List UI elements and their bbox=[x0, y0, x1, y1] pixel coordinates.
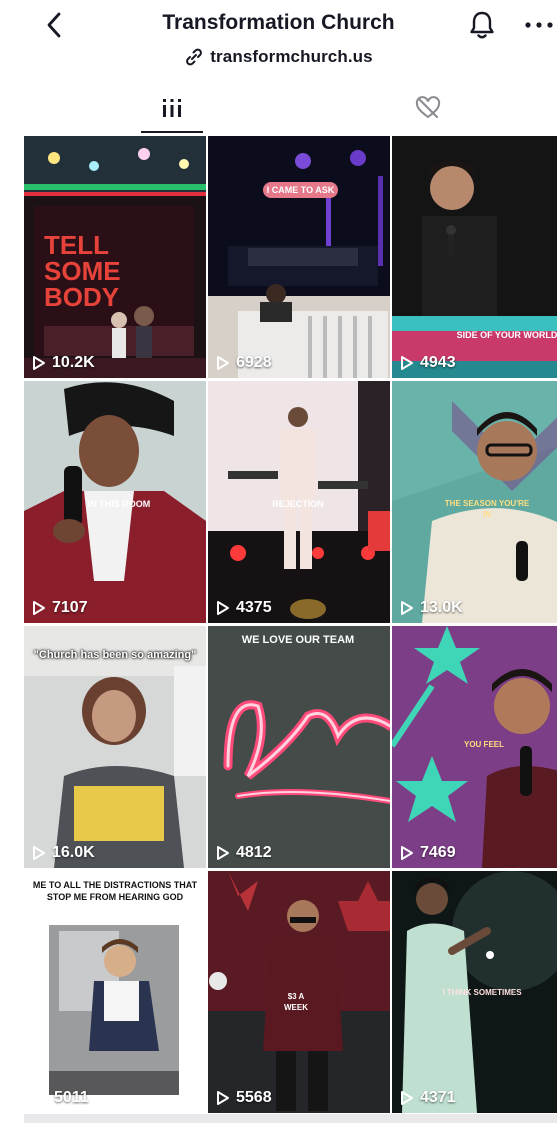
play-icon bbox=[33, 356, 45, 370]
view-count-text: 7107 bbox=[52, 599, 88, 616]
view-count-text: 6928 bbox=[236, 354, 272, 371]
view-count-text: 5011 bbox=[54, 1089, 89, 1106]
play-icon bbox=[217, 356, 229, 370]
thumbnail-caption: TELL SOME BODY bbox=[44, 230, 121, 312]
thumbnail-caption: REJECTION bbox=[272, 499, 324, 509]
view-count-text: 4375 bbox=[236, 599, 272, 616]
view-count: 4812 bbox=[216, 844, 272, 862]
video-thumbnail[interactable]: I CAME TO ASK 6928 bbox=[208, 136, 390, 378]
profile-link-text: transformchurch.us bbox=[210, 47, 373, 66]
thumbnail-caption: "Church has been so amazing" bbox=[33, 649, 197, 661]
tab-liked[interactable] bbox=[368, 84, 488, 132]
view-count: 4943 bbox=[400, 354, 456, 372]
view-count: 4375 bbox=[216, 599, 272, 617]
thumbnail-caption: YOU FEEL bbox=[464, 740, 505, 749]
view-count: 5011 bbox=[54, 1089, 89, 1107]
play-icon bbox=[33, 601, 45, 615]
tab-videos[interactable] bbox=[112, 84, 232, 132]
view-count-text: 4371 bbox=[420, 1089, 456, 1106]
view-count: 5568 bbox=[216, 1089, 272, 1107]
thumbnail-image bbox=[24, 626, 206, 868]
video-thumbnail[interactable]: ME TO ALL THE DISTRACTIONS THAT STOP ME … bbox=[24, 871, 206, 1113]
video-thumbnail[interactable]: TELL SOME BODY 10.2K bbox=[24, 136, 206, 378]
more-options-button[interactable] bbox=[521, 10, 557, 40]
profile-link[interactable]: transformchurch.us bbox=[0, 44, 557, 70]
video-thumbnail[interactable]: WE LOVE OUR TEAM 4812 bbox=[208, 626, 390, 868]
video-thumbnail[interactable]: "Church has been so amazing" 16.0K bbox=[24, 626, 206, 868]
liked-hidden-icon bbox=[415, 96, 441, 119]
play-icon bbox=[401, 1091, 413, 1105]
view-count: 7469 bbox=[400, 844, 456, 862]
thumbnail-image bbox=[24, 871, 206, 1113]
thumbnail-caption: I THINK SOMETIMES bbox=[442, 988, 522, 997]
play-icon bbox=[33, 846, 45, 860]
thumbnail-caption: SIDE OF YOUR WORLD bbox=[456, 330, 557, 340]
play-icon bbox=[401, 601, 413, 615]
thumbnail-image bbox=[208, 626, 390, 868]
active-tab-indicator bbox=[141, 131, 203, 133]
link-icon bbox=[186, 48, 203, 66]
play-icon bbox=[217, 601, 229, 615]
play-icon bbox=[401, 356, 413, 370]
view-count-text: 5568 bbox=[236, 1089, 272, 1106]
thumbnail-caption: THE SEASON YOU'RE IN bbox=[444, 499, 530, 519]
thumbnail-image bbox=[392, 136, 557, 378]
view-count: 10.2K bbox=[32, 354, 95, 372]
video-thumbnail[interactable]: REJECTION 4375 bbox=[208, 381, 390, 623]
view-count: 16.0K bbox=[32, 844, 95, 862]
view-count-text: 10.2K bbox=[52, 354, 95, 371]
video-thumbnail[interactable]: YOU FEEL 7469 bbox=[392, 626, 557, 868]
top-bar: Transformation Church bbox=[0, 0, 557, 48]
thumbnail-caption: IN THIS ROOM bbox=[87, 499, 151, 509]
video-thumbnail[interactable]: $3 A WEEK 5568 bbox=[208, 871, 390, 1113]
view-count: 7107 bbox=[32, 599, 88, 617]
grid-icon bbox=[163, 99, 181, 117]
video-grid: TELL SOME BODY 10.2K I CAME TO ASK 6928 bbox=[24, 136, 557, 1123]
thumbnail-image bbox=[208, 136, 390, 378]
thumbnail-caption: I CAME TO ASK bbox=[263, 182, 338, 198]
video-thumbnail[interactable]: I THINK SOMETIMES 4371 bbox=[392, 871, 557, 1113]
view-count-text: 16.0K bbox=[52, 844, 95, 861]
video-thumbnail[interactable]: SIDE OF YOUR WORLD 4943 bbox=[392, 136, 557, 378]
profile-tabs bbox=[0, 84, 557, 134]
view-count-text: 7469 bbox=[420, 844, 456, 861]
view-count: 4371 bbox=[400, 1089, 456, 1107]
bell-icon bbox=[470, 11, 494, 39]
play-icon bbox=[401, 846, 413, 860]
notifications-button[interactable] bbox=[466, 8, 498, 42]
view-count: 13.0K bbox=[400, 599, 463, 617]
video-thumbnail[interactable]: IN THIS ROOM 7107 bbox=[24, 381, 206, 623]
view-count-text: 4943 bbox=[420, 354, 456, 371]
view-count-text: 4812 bbox=[236, 844, 272, 861]
play-icon bbox=[217, 1091, 229, 1105]
next-row-peek bbox=[24, 1114, 557, 1123]
more-dots-icon bbox=[525, 22, 553, 28]
thumbnail-caption: ME TO ALL THE DISTRACTIONS THAT STOP ME … bbox=[32, 880, 198, 902]
thumbnail-caption: WE LOVE OUR TEAM bbox=[241, 634, 355, 646]
thumbnail-caption: $3 A WEEK bbox=[284, 992, 308, 1012]
video-thumbnail[interactable]: THE SEASON YOU'RE IN 13.0K bbox=[392, 381, 557, 623]
view-count-text: 13.0K bbox=[420, 599, 463, 616]
view-count: 6928 bbox=[216, 354, 272, 372]
play-icon bbox=[217, 846, 229, 860]
